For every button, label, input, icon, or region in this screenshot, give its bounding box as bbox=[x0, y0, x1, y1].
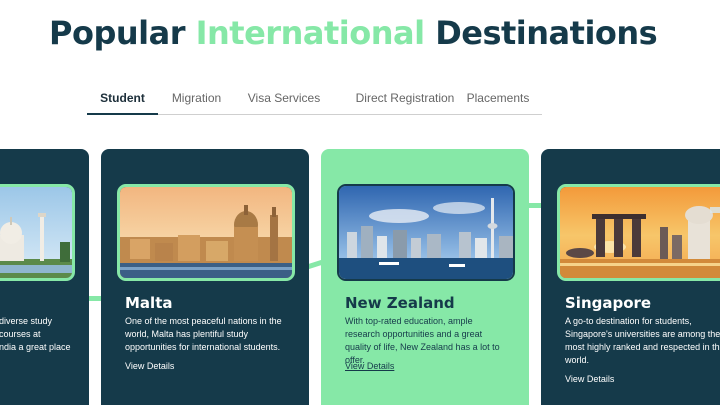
card-title-singapore: Singapore bbox=[565, 294, 652, 312]
card-partial-description: diverse study courses at ndia a great pl… bbox=[0, 315, 85, 354]
tab-placements[interactable]: Placements bbox=[463, 84, 533, 115]
destination-card-malta[interactable]: Malta One of the most peaceful nations i… bbox=[101, 149, 309, 405]
tab-visa-services[interactable]: Visa Services bbox=[245, 84, 323, 115]
view-details-link-malta[interactable]: View Details bbox=[125, 361, 174, 371]
card-description-malta: One of the most peaceful nations in the … bbox=[125, 316, 282, 352]
tab-student[interactable]: Student bbox=[87, 84, 158, 115]
partial-line: diverse study bbox=[0, 316, 53, 326]
title-accent: International bbox=[195, 14, 425, 52]
card-description-singapore: A go-to destination for students, Singap… bbox=[565, 316, 720, 365]
destination-card-singapore[interactable]: Singapore A go-to destination for studen… bbox=[541, 149, 720, 405]
view-details-link-new-zealand[interactable]: View Details bbox=[345, 361, 394, 371]
auckland-skyline-photo bbox=[337, 184, 515, 281]
partial-line: courses at bbox=[0, 329, 41, 339]
taj-mahal-photo bbox=[0, 184, 75, 281]
title-part-1: Popular bbox=[49, 14, 196, 52]
partial-line: ndia a great place bbox=[0, 342, 71, 352]
card-title-malta: Malta bbox=[125, 294, 173, 312]
tab-migration[interactable]: Migration bbox=[167, 84, 226, 115]
card-title-new-zealand: New Zealand bbox=[345, 294, 455, 312]
title-part-3: Destinations bbox=[424, 14, 658, 52]
card-description-new-zealand: With top-rated education, ample research… bbox=[345, 316, 500, 365]
destination-tabs: Student Migration Visa Services Direct R… bbox=[87, 84, 542, 115]
destination-card-partial[interactable]: diverse study courses at ndia a great pl… bbox=[0, 149, 89, 405]
view-details-link-singapore[interactable]: View Details bbox=[565, 374, 614, 384]
tab-direct-registration[interactable]: Direct Registration bbox=[341, 84, 469, 115]
singapore-marina-photo bbox=[557, 184, 720, 281]
page-title: Popular International Destinations bbox=[49, 14, 658, 52]
card-connector bbox=[528, 203, 542, 208]
destination-card-new-zealand[interactable]: New Zealand With top-rated education, am… bbox=[321, 149, 529, 405]
malta-city-photo bbox=[117, 184, 295, 281]
